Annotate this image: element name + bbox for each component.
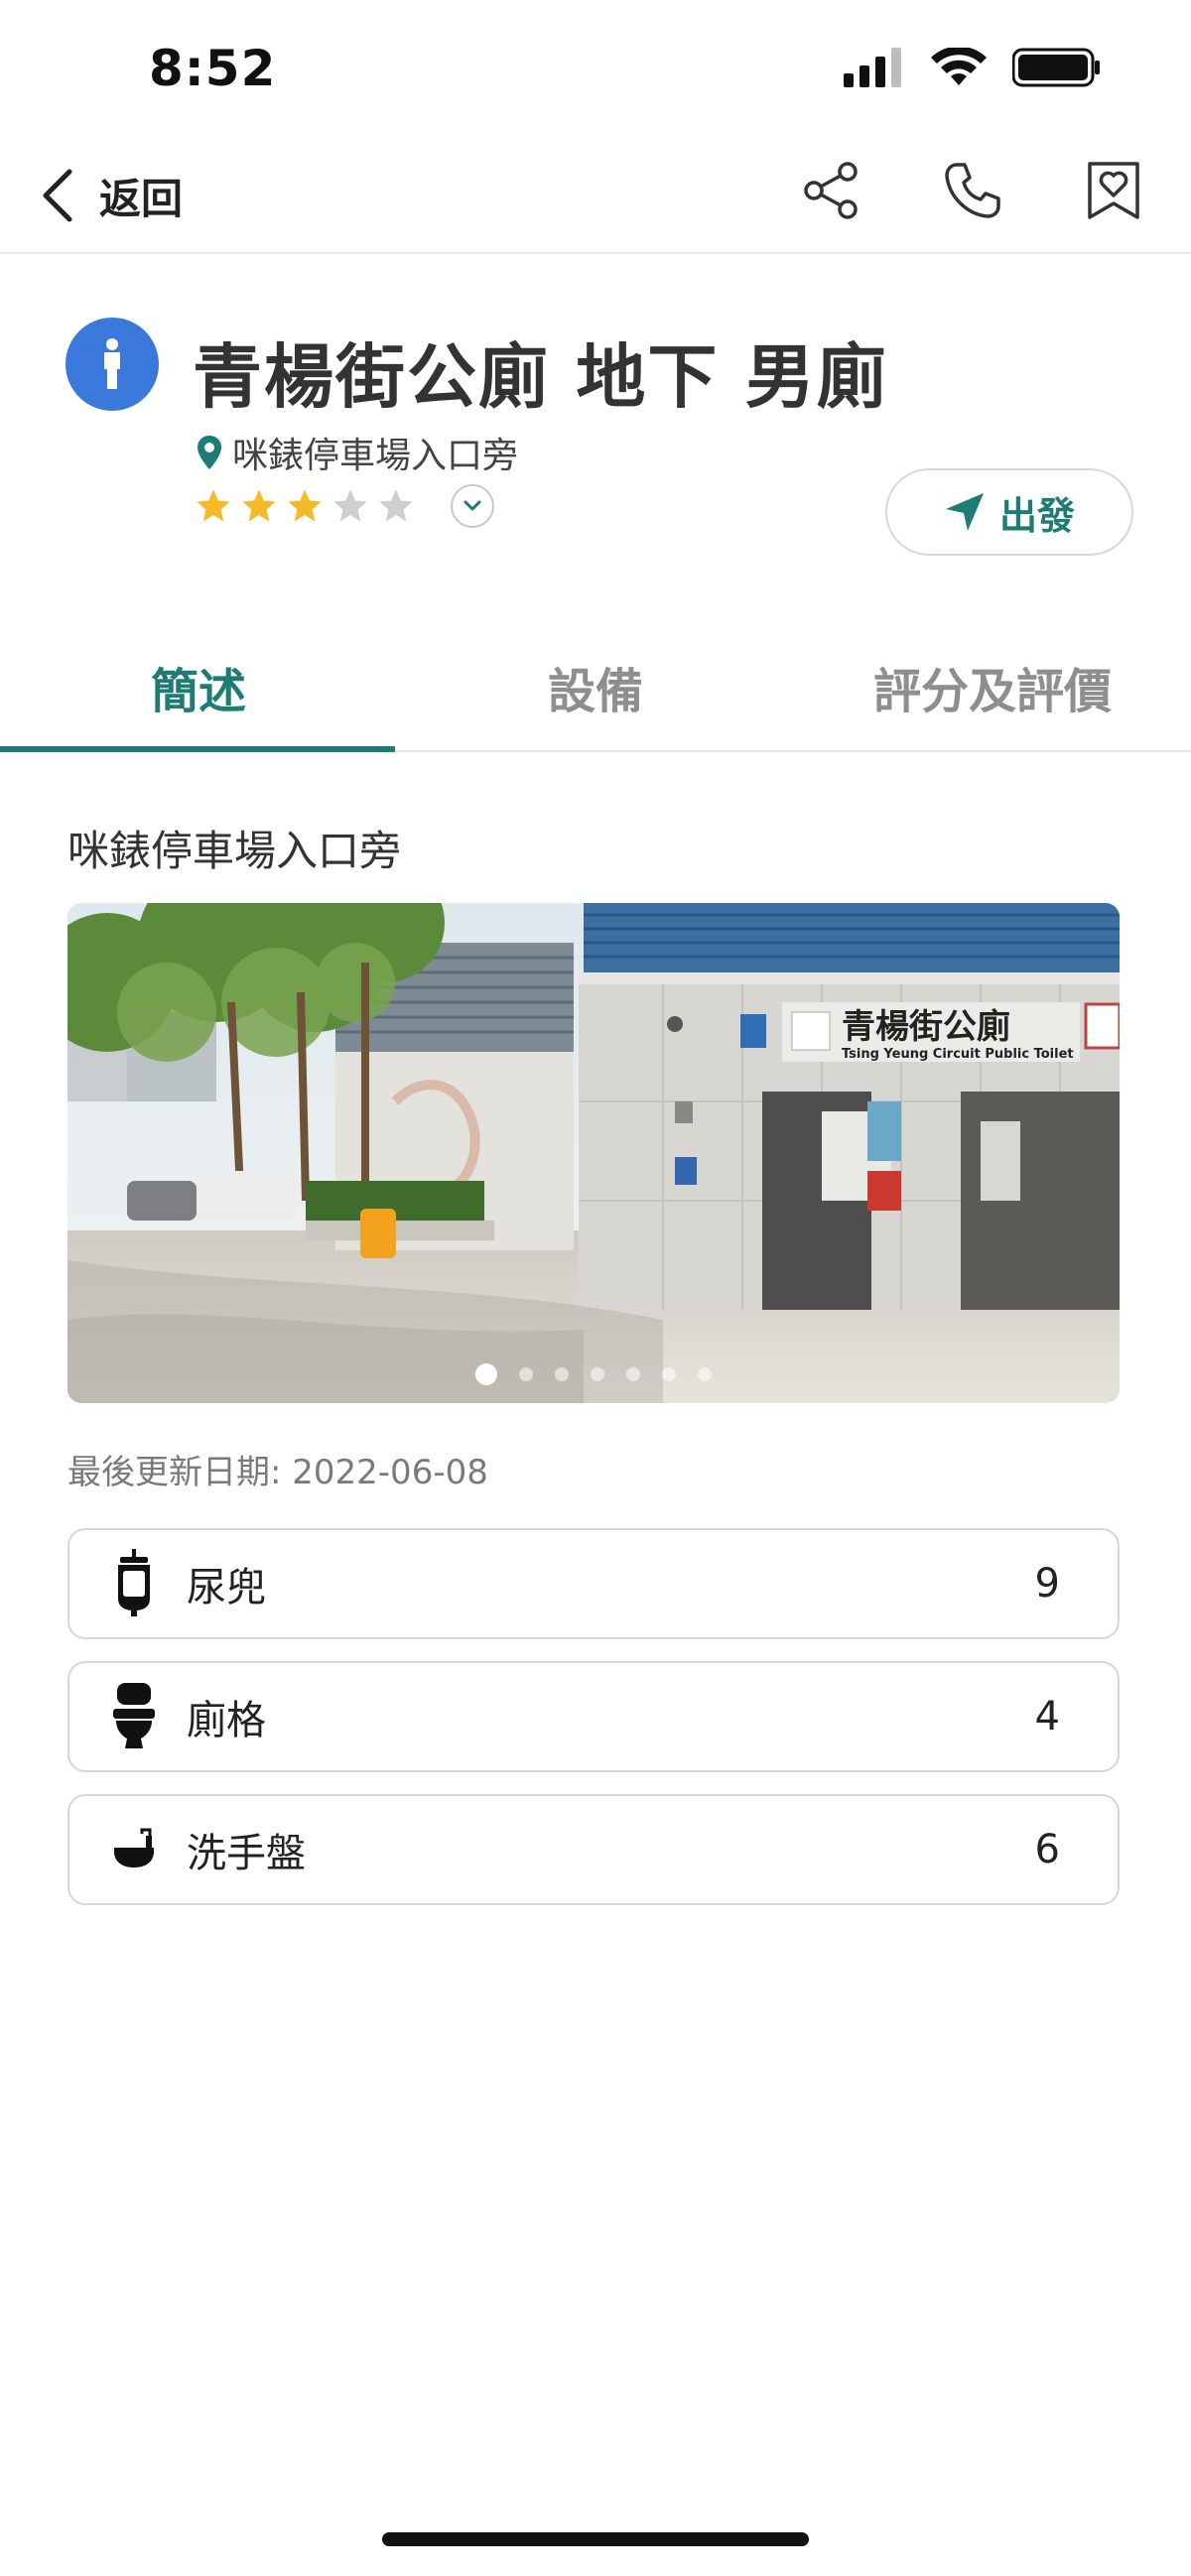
facility-row-urinal: 尿兜 9 (67, 1528, 1120, 1639)
photo-carousel[interactable]: 青楊街公廁 Tsing Yeung Circuit Public Toilet (67, 903, 1120, 1403)
facility-label: 廁格 (187, 1698, 266, 1743)
toilet-icon (99, 1677, 169, 1756)
home-indicator (382, 2532, 809, 2546)
star-icon (379, 489, 413, 522)
status-icons (844, 48, 1102, 87)
back-label: 返回 (99, 174, 184, 223)
phone-icon (945, 163, 1000, 218)
call-button[interactable] (941, 159, 1004, 222)
tab-bar: 簡述 設備 評分及評價 (0, 623, 1191, 752)
rating-row (195, 484, 494, 528)
carousel-dot[interactable] (698, 1367, 712, 1381)
star-icon (288, 489, 322, 522)
back-button[interactable]: 返回 (40, 163, 183, 228)
nav-bar: 返回 (0, 139, 1191, 254)
section-title: 咪錶停車場入口旁 (67, 827, 402, 875)
place-header: 青楊街公廁 地下 男廁 咪錶停車場入口旁 出發 (0, 256, 1191, 613)
facility-row-sink: 洗手盤 6 (67, 1794, 1120, 1905)
last-updated: 最後更新日期: 2022-06-08 (67, 1453, 488, 1492)
nav-actions (800, 159, 1145, 222)
status-time: 8:52 (149, 40, 277, 97)
battery-icon (1012, 48, 1100, 87)
cellular-signal-icon (844, 48, 901, 87)
carousel-dots (67, 1363, 1120, 1385)
carousel-dot[interactable] (475, 1363, 497, 1385)
navigate-label: 出發 (998, 493, 1075, 538)
tab-reviews[interactable]: 評分及評價 (794, 623, 1191, 750)
navigation-arrow-icon (945, 493, 984, 531)
carousel-dot[interactable] (555, 1367, 569, 1381)
carousel-dot[interactable] (626, 1367, 640, 1381)
star-icon (333, 489, 367, 522)
bookmark-heart-icon (1088, 162, 1139, 219)
toilet-building-photo: 青楊街公廁 Tsing Yeung Circuit Public Toilet (67, 903, 1120, 1403)
star-icon (242, 489, 276, 522)
share-icon (804, 162, 858, 219)
photo-sign-chinese: 青楊街公廁 (842, 1007, 1010, 1047)
facility-count: 9 (1034, 1561, 1060, 1607)
chevron-down-icon (463, 500, 481, 511)
location-row: 咪錶停車場入口旁 (197, 427, 518, 478)
star-icon (197, 489, 230, 522)
facility-count: 4 (1034, 1694, 1060, 1739)
chevron-left-icon (43, 169, 72, 222)
facility-row-toilet: 廁格 4 (67, 1661, 1120, 1772)
location-pin-icon (198, 436, 221, 469)
star-rating (195, 487, 415, 525)
urinal-icon (99, 1544, 169, 1623)
carousel-dot[interactable] (662, 1367, 676, 1381)
facility-label: 尿兜 (187, 1565, 266, 1610)
carousel-dot[interactable] (591, 1367, 604, 1381)
rating-expand-button[interactable] (451, 484, 494, 528)
bookmark-button[interactable] (1082, 159, 1145, 222)
toilet-type-badge (66, 318, 159, 411)
location-text: 咪錶停車場入口旁 (232, 436, 519, 476)
facility-label: 洗手盤 (187, 1831, 306, 1876)
facility-count: 6 (1034, 1827, 1060, 1872)
navigate-button[interactable]: 出發 (885, 468, 1133, 556)
wifi-icon (931, 48, 987, 85)
status-bar: 8:52 (0, 0, 1191, 129)
tab-facilities[interactable]: 設備 (397, 623, 794, 750)
share-button[interactable] (800, 159, 863, 222)
page-title: 青楊街公廁 地下 男廁 (193, 336, 888, 418)
photo-sign-english: Tsing Yeung Circuit Public Toilet (842, 1047, 1074, 1062)
male-person-icon (104, 338, 120, 389)
carousel-dot[interactable] (519, 1367, 533, 1381)
tab-overview[interactable]: 簡述 (0, 623, 397, 752)
sink-icon (99, 1810, 169, 1889)
